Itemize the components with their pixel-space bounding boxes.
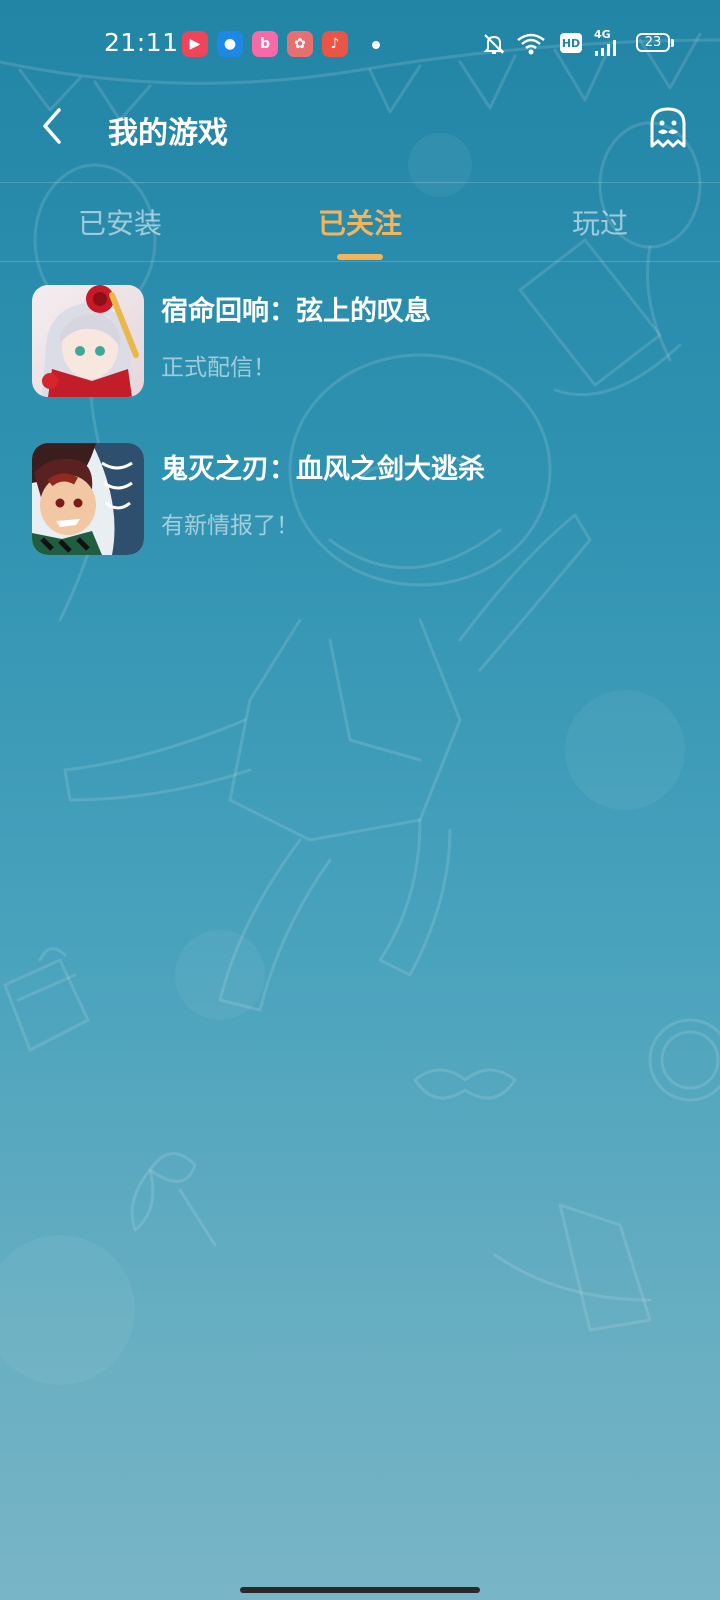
- game-name: 鬼灭之刃：血风之剑大逃杀: [161, 454, 485, 485]
- game-icon: [32, 443, 144, 555]
- tab-installed[interactable]: 已安装: [60, 184, 180, 260]
- video-app-icon: ▶: [182, 31, 208, 57]
- game-status: 正式配信！: [161, 355, 276, 381]
- ghost-icon: [650, 107, 686, 148]
- back-button[interactable]: [30, 104, 74, 148]
- music-app-icon: ♪: [322, 31, 348, 57]
- header: 我的游戏: [0, 90, 720, 182]
- game-status: 有新情报了！: [161, 513, 299, 539]
- battery-indicator: 23: [636, 33, 674, 52]
- hd-badge: HD: [560, 33, 582, 53]
- tab-installed-label: 已安装: [77, 207, 162, 240]
- tab-played-label: 玩过: [571, 207, 628, 240]
- back-arrow-icon: [43, 108, 61, 144]
- game-cover-image: [32, 443, 144, 555]
- mute-bell-icon: [483, 34, 505, 54]
- tab-followed[interactable]: 已关注: [300, 184, 420, 260]
- ghost-button[interactable]: [646, 104, 690, 152]
- game-cover-image: [32, 285, 144, 397]
- circle-app-icon: ●: [217, 31, 243, 57]
- tab-played[interactable]: 玩过: [540, 184, 660, 260]
- tab-bar: 已安装 已关注 玩过: [0, 184, 720, 260]
- signal-icon: [595, 40, 616, 56]
- status-bar: 21:11 ▶ ● b ✿ ♪ HD 4G 23: [0, 0, 720, 90]
- game-name: 宿命回响：弦上的叹息: [161, 296, 431, 327]
- palette-app-icon: ✿: [287, 31, 313, 57]
- list-item[interactable]: 宿命回响：弦上的叹息 正式配信！: [0, 276, 720, 416]
- bilibili-app-icon: b: [252, 31, 278, 57]
- home-indicator[interactable]: [240, 1587, 480, 1593]
- game-icon: [32, 285, 144, 397]
- more-notifications-dot: [372, 41, 380, 49]
- list-item[interactable]: 鬼灭之刃：血风之剑大逃杀 有新情报了！: [0, 434, 720, 574]
- wifi-icon: [517, 33, 545, 55]
- page-title: 我的游戏: [108, 116, 228, 151]
- status-time: 21:11: [104, 28, 179, 57]
- tab-followed-label: 已关注: [317, 207, 402, 240]
- header-divider: [0, 182, 720, 183]
- tab-divider: [0, 261, 720, 262]
- active-tab-indicator: [337, 254, 383, 260]
